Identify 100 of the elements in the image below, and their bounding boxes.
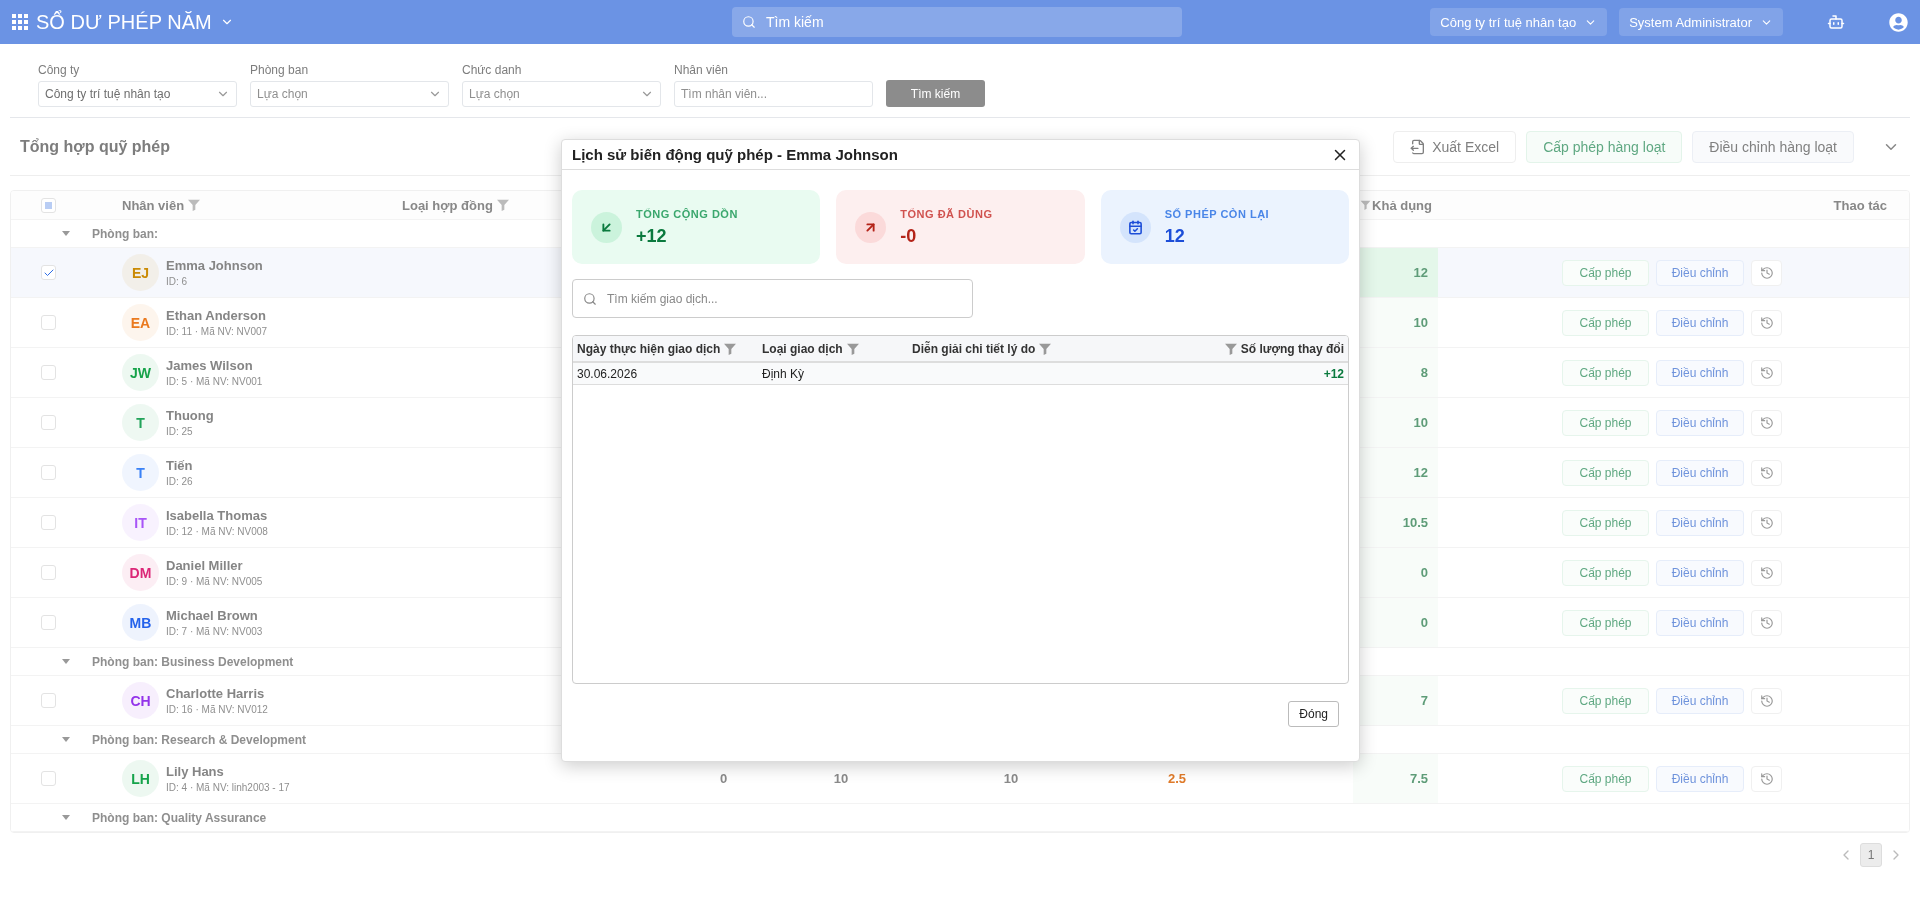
arrow-up-right-icon <box>855 211 887 243</box>
employee-name: Lily Hans <box>166 764 225 779</box>
close-button[interactable]: Đóng <box>1288 701 1339 727</box>
employee-id: ID: 12 · Mã NV: NV008 <box>166 526 268 537</box>
stat-label: TỔNG CỘNG DỒN <box>636 207 738 220</box>
select-field[interactable]: Công ty trí tuệ nhân tạo <box>38 81 237 107</box>
caret-down-icon[interactable] <box>62 737 70 742</box>
column-header: Thao tác <box>1833 197 1888 213</box>
select-field[interactable]: Lựa chọn <box>462 81 661 107</box>
avatar-initials: MB <box>129 614 152 631</box>
input-field[interactable]: Tìm nhân viên... <box>674 81 873 107</box>
adjust-button[interactable]: Điều chỉnh <box>1656 259 1744 286</box>
employee-id: ID: 4 · Mã NV: linh2003 - 17 <box>166 782 290 793</box>
bulk-grant-button[interactable]: Cấp phép hàng loạt <box>1526 130 1683 163</box>
app-grid-icon[interactable] <box>12 14 28 30</box>
employee-name: Ethan Anderson <box>166 308 267 323</box>
grant-button[interactable]: Cấp phép <box>1562 309 1649 336</box>
grant-button[interactable]: Cấp phép <box>1562 359 1649 386</box>
adjust-button[interactable]: Điều chỉnh <box>1656 509 1744 536</box>
change-cell: +12 <box>1323 366 1344 381</box>
search-field[interactable]: Tìm kiếm <box>732 7 1182 37</box>
history-button[interactable] <box>1751 687 1782 714</box>
history-button[interactable] <box>1751 509 1782 536</box>
adjust-button[interactable]: Điều chỉnh <box>1656 459 1744 486</box>
adjust-button[interactable]: Điều chỉnh <box>1656 559 1744 586</box>
adjust-button[interactable]: Điều chỉnh <box>1656 609 1744 636</box>
history-button[interactable] <box>1751 309 1782 336</box>
column-header: Số lượng thay đổi <box>1124 340 1344 357</box>
history-button[interactable] <box>1751 359 1782 386</box>
adjust-button[interactable]: Điều chỉnh <box>1656 409 1744 436</box>
table-cell: 2.5 <box>1167 771 1187 786</box>
section-title: Tổng hợp quỹ phép <box>20 137 170 156</box>
dialog-title: Lịch sử biến động quỹ phép - Emma Johnson <box>572 146 898 163</box>
adjust-button[interactable]: Điều chỉnh <box>1656 687 1744 714</box>
row-checkbox[interactable] <box>41 315 56 330</box>
grant-button[interactable]: Cấp phép <box>1562 609 1649 636</box>
grant-button[interactable]: Cấp phép <box>1562 509 1649 536</box>
table-cell: 10 <box>833 771 849 786</box>
history-button[interactable] <box>1751 559 1782 586</box>
avatar-initials: LH <box>131 770 150 787</box>
row-checkbox[interactable] <box>41 565 56 580</box>
adjust-button[interactable]: Điều chỉnh <box>1656 309 1744 336</box>
grant-button[interactable]: Cấp phép <box>1562 259 1649 286</box>
stat-value: +12 <box>636 225 668 247</box>
file-export-icon <box>1410 138 1427 155</box>
row-checkbox[interactable] <box>41 415 56 430</box>
adjust-button[interactable]: Điều chỉnh <box>1656 359 1744 386</box>
caret-down-icon[interactable] <box>62 815 70 820</box>
column-header: Loại hợp đồng <box>402 197 511 213</box>
user-avatar-icon[interactable] <box>1889 12 1908 32</box>
stat-label: TỔNG ĐÃ DÙNG <box>900 207 993 220</box>
grant-button[interactable]: Cấp phép <box>1562 687 1649 714</box>
caret-down-icon[interactable] <box>62 231 70 236</box>
history-button[interactable] <box>1751 409 1782 436</box>
employee-id: ID: 11 · Mã NV: NV007 <box>166 326 268 337</box>
row-checkbox[interactable] <box>41 515 56 530</box>
select-field[interactable]: Lựa chọn <box>250 81 449 107</box>
filter-label: Chức danh <box>462 63 523 77</box>
avatar-initials: EJ <box>131 264 150 281</box>
employee-name: Charlotte Harris <box>166 686 266 701</box>
grant-button[interactable]: Cấp phép <box>1562 459 1649 486</box>
transaction-search-field[interactable]: Tìm kiếm giao dịch... <box>572 279 973 318</box>
type-cell-text: Định Kỳ <box>762 366 806 381</box>
user-menu[interactable]: System Administrator <box>1619 8 1783 36</box>
employee-id: ID: 16 · Mã NV: NV012 <box>166 704 268 715</box>
history-icon <box>1759 415 1774 430</box>
grant-button[interactable]: Cấp phép <box>1562 765 1649 792</box>
grant-button[interactable]: Cấp phép <box>1562 559 1649 586</box>
history-button[interactable] <box>1751 765 1782 792</box>
employee-id: ID: 26 <box>166 476 193 487</box>
history-button[interactable] <box>1751 259 1782 286</box>
history-button[interactable] <box>1751 609 1782 636</box>
row-checkbox[interactable] <box>41 693 56 708</box>
column-header: Ngày thực hiện giao dịch <box>577 340 762 357</box>
caret-down-icon[interactable] <box>62 659 70 664</box>
company-select[interactable]: Công ty trí tuệ nhân tạo <box>1430 8 1608 36</box>
history-icon <box>1759 365 1774 380</box>
group-label: Phòng ban: Research & Development <box>92 732 307 747</box>
row-checkbox[interactable] <box>41 265 56 280</box>
export-button[interactable]: Xuất Excel <box>1393 130 1517 163</box>
filter-label: Phòng ban <box>250 63 310 77</box>
row-checkbox[interactable] <box>41 615 56 630</box>
filter-label: Công ty <box>38 63 81 77</box>
adjust-button[interactable]: Điều chỉnh <box>1656 765 1744 792</box>
employee-name: Emma Johnson <box>166 258 263 273</box>
table-cell: 10 <box>1003 771 1019 786</box>
history-button[interactable] <box>1751 459 1782 486</box>
row-checkbox[interactable] <box>41 465 56 480</box>
select-all-checkbox[interactable] <box>41 197 56 213</box>
row-checkbox[interactable] <box>41 365 56 380</box>
row-checkbox[interactable] <box>41 771 56 786</box>
history-icon <box>1759 515 1774 530</box>
bulk-adjust-button[interactable]: Điều chỉnh hàng loạt <box>1692 130 1854 163</box>
employee-name: Tiến <box>166 458 193 473</box>
avatar-initials: EA <box>130 314 151 331</box>
robot-icon[interactable] <box>1827 13 1845 31</box>
employee-name: Thuong <box>166 408 214 423</box>
page-button[interactable]: 1 <box>1860 843 1882 867</box>
avatar-initials: T <box>136 414 145 431</box>
grant-button[interactable]: Cấp phép <box>1562 409 1649 436</box>
